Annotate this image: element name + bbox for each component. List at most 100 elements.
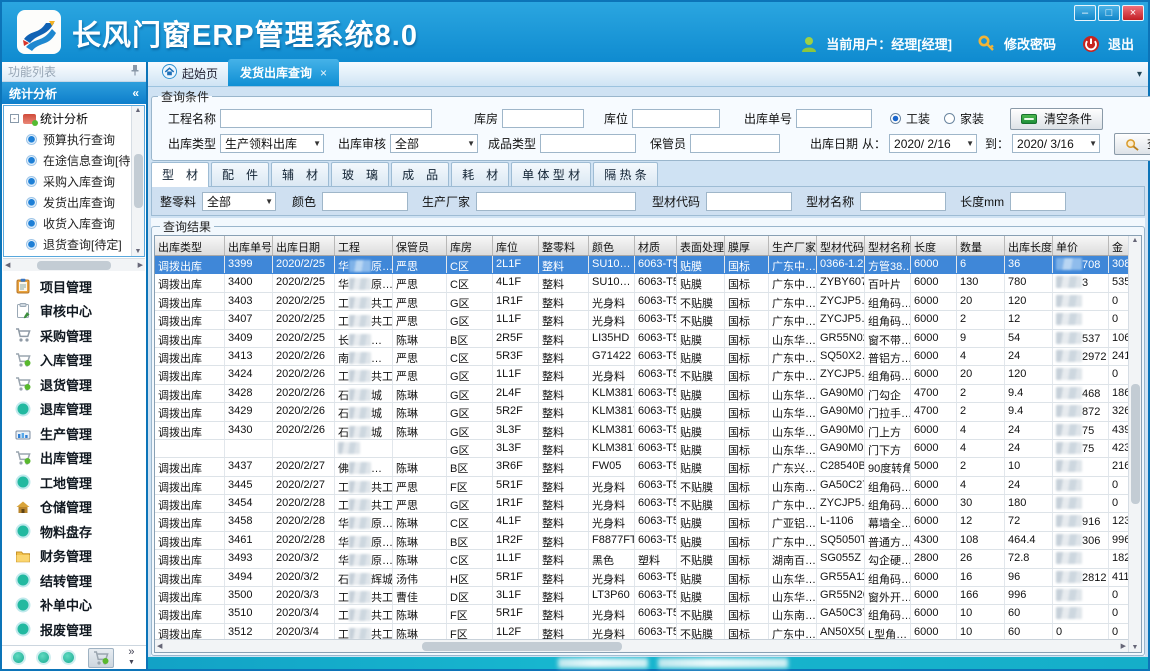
collapsed-module-icon[interactable] xyxy=(38,652,49,663)
table-row[interactable]: 调拨出库34242020/2/26工共工程严思G区1L1F整料光身料6063-T… xyxy=(155,366,1141,384)
tab-home[interactable]: 起始页 xyxy=(152,60,228,86)
column-header-15[interactable]: 长度 xyxy=(911,236,957,255)
manufacturer-input[interactable] xyxy=(476,192,636,211)
tree-root[interactable]: - 统计分析 xyxy=(4,106,144,129)
table-row[interactable]: 调拨出库34292020/2/26石城陈琳G区5R2F整料KLM38176063… xyxy=(155,403,1141,421)
tree-item-1[interactable]: 在途信息查询[待 xyxy=(4,150,144,171)
tab-close-icon[interactable]: × xyxy=(320,66,327,80)
collapsed-module-icon[interactable] xyxy=(13,652,24,663)
keeper-input[interactable] xyxy=(690,134,780,153)
order-no-input[interactable] xyxy=(796,109,872,128)
table-row[interactable]: 调拨出库34942020/3/2石辉城汤伟H区5R1F整料光身料6063-T5贴… xyxy=(155,569,1141,587)
column-header-7[interactable]: 整零料 xyxy=(539,236,589,255)
tab-list-chevron-icon[interactable]: ▾ xyxy=(1137,69,1142,80)
product-type-input[interactable] xyxy=(540,134,636,153)
sidebar-item-2[interactable]: 采购管理 xyxy=(2,323,146,348)
clear-conditions-button[interactable]: 清空条件 xyxy=(1010,108,1103,130)
tree-horizontal-scrollbar[interactable]: ◀▶ xyxy=(3,258,145,271)
material-tab-0[interactable]: 型 材 xyxy=(151,162,209,187)
grid-vertical-scrollbar[interactable]: ▲▼ xyxy=(1128,236,1141,652)
column-header-6[interactable]: 库位 xyxy=(493,236,539,255)
date-from-picker[interactable]: 2020/ 2/16▼ xyxy=(889,134,977,153)
column-header-8[interactable]: 颜色 xyxy=(589,236,635,255)
tab-shipment-outbound-query[interactable]: 发货出库查询 × xyxy=(228,59,339,86)
tree-item-2[interactable]: 采购入库查询 xyxy=(4,171,144,192)
more-modules-button[interactable]: »▼ xyxy=(128,648,135,667)
column-header-5[interactable]: 库房 xyxy=(447,236,493,255)
sidebar-item-3[interactable]: 入库管理 xyxy=(2,348,146,373)
sidebar-item-7[interactable]: 出库管理 xyxy=(2,446,146,471)
sidebar-item-1[interactable]: 审核中心 xyxy=(2,299,146,324)
table-row[interactable]: 调拨出库35002020/3/3工共工程曹佳D区3L1F整料LT3P606063… xyxy=(155,587,1141,605)
sidebar-item-13[interactable]: 补单中心 xyxy=(2,593,146,618)
table-row[interactable]: 调拨出库34612020/2/28华原…陈琳B区1R2F整料F8877FT606… xyxy=(155,532,1141,550)
table-row[interactable]: 调拨出库35102020/3/4工共工程陈琳F区5R1F整料光身料6063-T5… xyxy=(155,605,1141,623)
table-row[interactable]: 调拨出库34302020/2/26石城陈琳G区3L3F整料KLM38176063… xyxy=(155,422,1141,440)
table-row[interactable]: 调拨出库34092020/2/25长…陈琳B区2R5F整料LI35HD6063-… xyxy=(155,330,1141,348)
sidebar-item-6[interactable]: 生产管理 xyxy=(2,421,146,446)
collapse-icon[interactable]: « xyxy=(132,86,139,100)
table-row[interactable]: 调拨出库34282020/2/26石城陈琳G区2L4F整料KLM38176063… xyxy=(155,385,1141,403)
table-row[interactable]: 调拨出库34132020/2/26南…严思C区5R3F整料G714226063-… xyxy=(155,348,1141,366)
tree-vertical-scrollbar[interactable]: ▲▼ xyxy=(131,106,144,256)
table-row[interactable]: 调拨出库34032020/2/25工共工程严思G区1R1F整料光身料6063-T… xyxy=(155,293,1141,311)
profile-code-input[interactable] xyxy=(706,192,792,211)
project-name-input[interactable] xyxy=(220,109,432,128)
column-header-16[interactable]: 数量 xyxy=(957,236,1005,255)
tree-toggle-icon[interactable]: - xyxy=(10,114,19,123)
table-row[interactable]: 调拨出库34542020/2/28工共工程严思G区1R1F整料光身料6063-T… xyxy=(155,495,1141,513)
logout-button[interactable]: 退出 xyxy=(1108,34,1134,53)
column-header-0[interactable]: 出库类型 xyxy=(155,236,225,255)
length-input[interactable] xyxy=(1010,192,1066,211)
material-tab-5[interactable]: 耗 材 xyxy=(451,162,509,186)
sidebar-item-4[interactable]: 退货管理 xyxy=(2,372,146,397)
column-header-9[interactable]: 材质 xyxy=(635,236,677,255)
table-row[interactable]: 调拨出库34372020/2/27佛…陈琳B区3R6F整料FW056063-T5… xyxy=(155,458,1141,476)
sidebar-item-8[interactable]: 工地管理 xyxy=(2,470,146,495)
search-button[interactable]: 查 询 xyxy=(1114,133,1150,155)
sidebar-item-14[interactable]: 报废管理 xyxy=(2,617,146,642)
tree-item-0[interactable]: 预算执行查询 xyxy=(4,129,144,150)
material-tab-7[interactable]: 隔 热 条 xyxy=(593,162,658,186)
whole-part-select[interactable]: 全部▼ xyxy=(202,192,276,211)
audit-select[interactable]: 全部▼ xyxy=(390,134,478,153)
column-header-10[interactable]: 表面处理 xyxy=(677,236,725,255)
collapsed-cart-button[interactable] xyxy=(88,648,114,668)
column-header-17[interactable]: 出库长度 xyxy=(1005,236,1053,255)
material-tab-1[interactable]: 配 件 xyxy=(211,162,269,186)
maximize-button[interactable]: □ xyxy=(1098,5,1120,21)
location-input[interactable] xyxy=(632,109,720,128)
change-password-link[interactable]: 修改密码 xyxy=(1004,34,1056,53)
outbound-type-select[interactable]: 生产领料出库▼ xyxy=(220,134,324,153)
radio-jiazhuang[interactable]: 家装 xyxy=(944,110,984,127)
column-header-3[interactable]: 工程 xyxy=(335,236,393,255)
column-header-14[interactable]: 型材名称 xyxy=(865,236,911,255)
close-button[interactable]: × xyxy=(1122,5,1144,21)
tree-item-5[interactable]: 退货查询[待定] xyxy=(4,234,144,255)
column-header-13[interactable]: 型材代码 xyxy=(817,236,865,255)
table-row[interactable]: 调拨出库34452020/2/27工共工程严思F区5R1F整料光身料6063-T… xyxy=(155,477,1141,495)
grid-horizontal-scrollbar[interactable]: ◀▶ xyxy=(155,639,1128,652)
warehouse-input[interactable] xyxy=(502,109,584,128)
sidebar-item-5[interactable]: 退库管理 xyxy=(2,397,146,422)
table-row[interactable]: 调拨出库33992020/2/25华原…严思C区2L1F整料SU10…6063-… xyxy=(155,256,1141,274)
minimize-button[interactable]: – xyxy=(1074,5,1096,21)
sidebar-item-9[interactable]: 仓储管理 xyxy=(2,495,146,520)
sidebar-item-12[interactable]: 结转管理 xyxy=(2,568,146,593)
table-row[interactable]: 调拨出库34582020/2/28华原…陈琳C区4L1F整料光身料6063-T5… xyxy=(155,513,1141,531)
material-tab-2[interactable]: 辅 材 xyxy=(271,162,329,186)
tree-item-6[interactable]: 退库管理[待定] xyxy=(4,255,144,257)
grid-header-row[interactable]: 出库类型出库单号出库日期工程保管员库房库位整零料颜色材质表面处理膜厚生产厂家型材… xyxy=(155,236,1141,256)
table-row[interactable]: 调拨出库34072020/2/25工共工程严思G区1L1F整料光身料6063-T… xyxy=(155,311,1141,329)
profile-name-input[interactable] xyxy=(860,192,946,211)
tree-item-4[interactable]: 收货入库查询 xyxy=(4,213,144,234)
table-row[interactable]: G区3L3F整料KLM38176063-T5贴膜国标山东华…GA90M09…门下… xyxy=(155,440,1141,458)
column-header-2[interactable]: 出库日期 xyxy=(273,236,335,255)
table-row[interactable]: 调拨出库34932020/3/2华原…陈琳C区1L1F整料黑色塑料不贴膜国标湖南… xyxy=(155,550,1141,568)
pin-icon[interactable] xyxy=(130,64,140,79)
column-header-18[interactable]: 单价 xyxy=(1053,236,1109,255)
table-row[interactable]: 调拨出库34002020/2/25华原…严思C区4L1F整料SU10…6063-… xyxy=(155,274,1141,292)
column-header-4[interactable]: 保管员 xyxy=(393,236,447,255)
section-header-statistics[interactable]: 统计分析 « xyxy=(2,82,146,104)
radio-gongzhuang[interactable]: 工装 xyxy=(890,110,930,127)
